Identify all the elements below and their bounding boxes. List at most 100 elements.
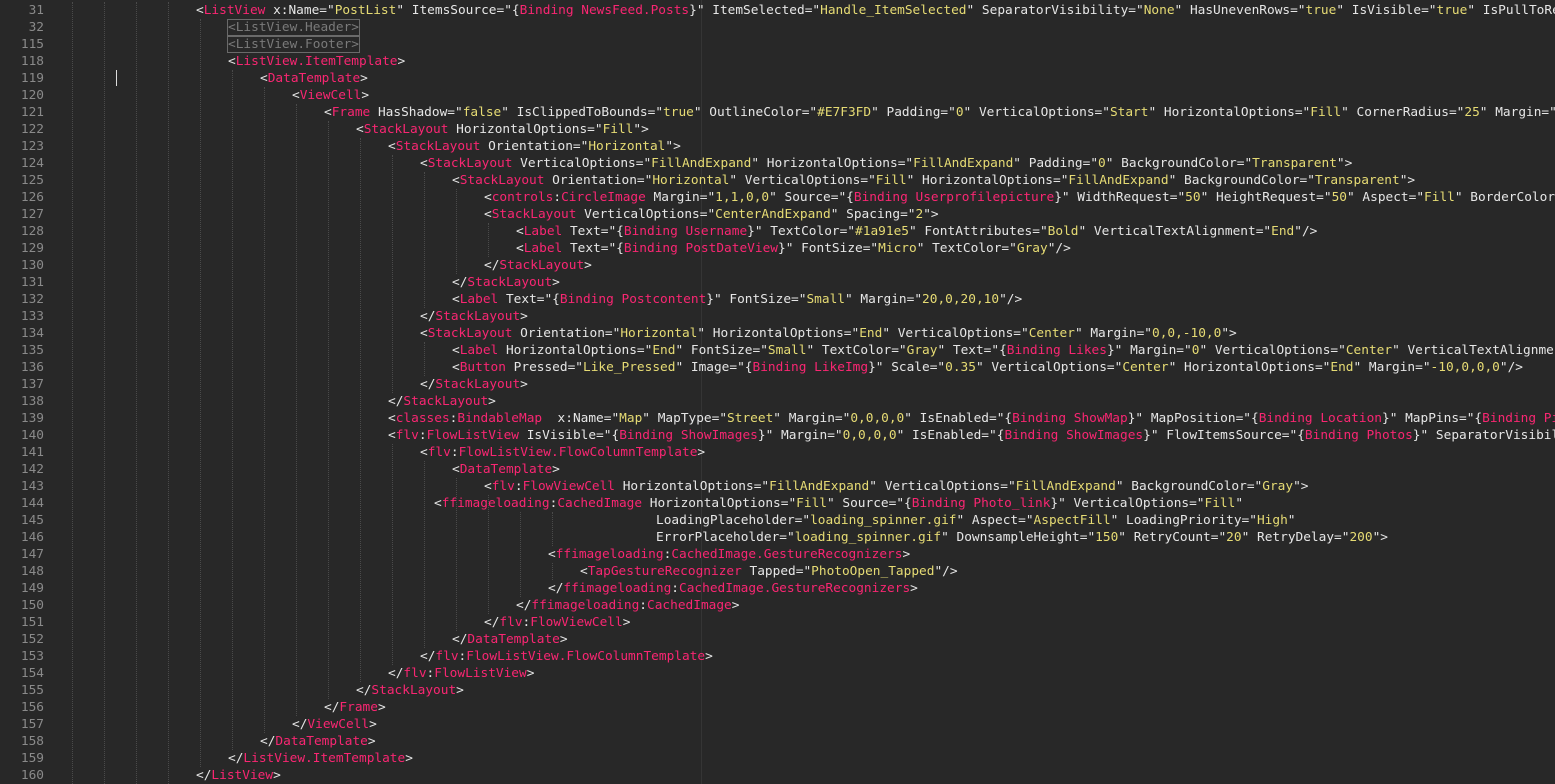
- code-text[interactable]: </flv:FlowListView.FlowColumnTemplate>: [420, 648, 713, 665]
- code-line[interactable]: 160 </ListView>: [0, 767, 1555, 784]
- syntax-text: " RetryCount=": [1118, 530, 1227, 545]
- code-line[interactable]: 144 <ffimageloading:CachedImage Horizonta…: [0, 495, 1555, 512]
- code-text[interactable]: <ListView.Header>: [227, 19, 360, 36]
- code-text[interactable]: ErrorPlaceholder="loading_spinner.gif" D…: [656, 529, 1388, 546]
- code-line[interactable]: 156 </Frame>: [0, 699, 1555, 716]
- code-line[interactable]: 130 </StackLayout>: [0, 257, 1555, 274]
- code-text[interactable]: <TapGestureRecognizer Tapped="PhotoOpen_…: [580, 563, 958, 580]
- code-text[interactable]: </ListView.ItemTemplate>: [228, 750, 413, 767]
- code-text[interactable]: <Label Text="{Binding PostDateView}" Fon…: [516, 240, 1071, 257]
- code-text[interactable]: <StackLayout VerticalOptions="FillAndExp…: [420, 155, 1352, 172]
- code-line[interactable]: 137 </StackLayout>: [0, 376, 1555, 393]
- code-line[interactable]: 142 <DataTemplate>: [0, 461, 1555, 478]
- code-text[interactable]: <Label Text="{Binding Username}" TextCol…: [516, 223, 1317, 240]
- code-line[interactable]: 119 <DataTemplate>: [0, 70, 1555, 87]
- code-text[interactable]: </ffimageloading:CachedImage>: [516, 597, 739, 614]
- code-text[interactable]: </DataTemplate>: [260, 733, 376, 750]
- syntax-tag: StackLayout: [363, 122, 449, 137]
- code-line[interactable]: 123 <StackLayout Orientation="Horizontal"…: [0, 138, 1555, 155]
- code-line[interactable]: 139 <classes:BindableMap x:Name="Map" Map…: [0, 410, 1555, 427]
- code-line[interactable]: 149 </ffimageloading:CachedImage.GestureR…: [0, 580, 1555, 597]
- code-line[interactable]: 145 LoadingPlaceholder="loading_spinner.g…: [0, 512, 1555, 529]
- code-line[interactable]: 118 <ListView.ItemTemplate>: [0, 53, 1555, 70]
- code-text[interactable]: <DataTemplate>: [260, 70, 368, 87]
- code-line[interactable]: 121 <Frame HasShadow="false" IsClippedToB…: [0, 104, 1555, 121]
- code-text[interactable]: <classes:BindableMap x:Name="Map" MapTyp…: [388, 410, 1555, 427]
- code-text[interactable]: <ListView.Footer>: [227, 36, 360, 53]
- code-line[interactable]: 152 </DataTemplate>: [0, 631, 1555, 648]
- code-text[interactable]: </DataTemplate>: [452, 631, 568, 648]
- code-line[interactable]: 147 <ffimageloading:CachedImage.GestureRe…: [0, 546, 1555, 563]
- code-text[interactable]: <ListView.ItemTemplate>: [228, 53, 405, 70]
- code-line[interactable]: 127 <StackLayout VerticalOptions="CenterA…: [0, 206, 1555, 223]
- code-text[interactable]: </StackLayout>: [388, 393, 496, 410]
- code-text[interactable]: <StackLayout Orientation="Horizontal" Ho…: [420, 325, 1237, 342]
- code-line[interactable]: 115 <ListView.Footer>: [0, 36, 1555, 53]
- code-text[interactable]: </StackLayout>: [484, 257, 592, 274]
- code-text[interactable]: </StackLayout>: [356, 682, 464, 699]
- code-line[interactable]: 153 </flv:FlowListView.FlowColumnTemplate…: [0, 648, 1555, 665]
- code-line[interactable]: 151 </flv:FlowViewCell>: [0, 614, 1555, 631]
- code-line[interactable]: 129 <Label Text="{Binding PostDateView}" …: [0, 240, 1555, 257]
- code-text[interactable]: </flv:FlowViewCell>: [484, 614, 630, 631]
- code-text[interactable]: <ffimageloading:CachedImage.GestureRecog…: [548, 546, 910, 563]
- code-line[interactable]: 148 <TapGestureRecognizer Tapped="PhotoOp…: [0, 563, 1555, 580]
- code-line[interactable]: 120 <ViewCell>: [0, 87, 1555, 104]
- code-line[interactable]: 136 <Button Pressed="Like_Pressed" Image=…: [0, 359, 1555, 376]
- code-text[interactable]: <flv:FlowListView.FlowColumnTemplate>: [420, 444, 705, 461]
- code-text[interactable]: </ffimageloading:CachedImage.GestureReco…: [548, 580, 918, 597]
- code-text[interactable]: <ViewCell>: [292, 87, 369, 104]
- code-line[interactable]: 150 </ffimageloading:CachedImage>: [0, 597, 1555, 614]
- code-line[interactable]: 133 </StackLayout>: [0, 308, 1555, 325]
- code-text[interactable]: <Label HorizontalOptions="End" FontSize=…: [452, 342, 1555, 359]
- syntax-text: " Source="{: [826, 496, 912, 511]
- code-line[interactable]: 125 <StackLayout Orientation="Horizontal"…: [0, 172, 1555, 189]
- code-text[interactable]: <Frame HasShadow="false" IsClippedToBoun…: [324, 104, 1555, 121]
- code-line[interactable]: 146 ErrorPlaceholder="loading_spinner.gif…: [0, 529, 1555, 546]
- code-text[interactable]: <StackLayout Orientation="Horizontal" Ve…: [452, 172, 1415, 189]
- code-text[interactable]: LoadingPlaceholder="loading_spinner.gif"…: [656, 512, 1296, 529]
- code-line[interactable]: 159 </ListView.ItemTemplate>: [0, 750, 1555, 767]
- code-text[interactable]: <DataTemplate>: [452, 461, 560, 478]
- code-line[interactable]: 32 <ListView.Header>: [0, 19, 1555, 36]
- code-line[interactable]: 134 <StackLayout Orientation="Horizontal"…: [0, 325, 1555, 342]
- code-line[interactable]: 131 </StackLayout>: [0, 274, 1555, 291]
- code-text[interactable]: </flv:FlowListView>: [388, 665, 534, 682]
- code-line[interactable]: 135 <Label HorizontalOptions="End" FontSi…: [0, 342, 1555, 359]
- code-line[interactable]: 122 <StackLayout HorizontalOptions="Fill"…: [0, 121, 1555, 138]
- code-text[interactable]: <flv:FlowListView IsVisible="{Binding Sh…: [388, 427, 1555, 444]
- code-line[interactable]: 31 <ListView x:Name="PostList" ItemsSourc…: [0, 2, 1555, 19]
- code-text[interactable]: </StackLayout>: [420, 376, 528, 393]
- code-line[interactable]: 158 </DataTemplate>: [0, 733, 1555, 750]
- code-line[interactable]: 155 </StackLayout>: [0, 682, 1555, 699]
- code-line[interactable]: 154 </flv:FlowListView>: [0, 665, 1555, 682]
- code-text[interactable]: </ListView>: [196, 767, 281, 784]
- code-text[interactable]: <Label Text="{Binding Postcontent}" Font…: [452, 291, 1022, 308]
- code-line[interactable]: 141 <flv:FlowListView.FlowColumnTemplate>: [0, 444, 1555, 461]
- code-line[interactable]: 128 <Label Text="{Binding Username}" Text…: [0, 223, 1555, 240]
- indent-guide: [520, 512, 521, 597]
- code-text[interactable]: </ViewCell>: [292, 716, 377, 733]
- code-text[interactable]: <Button Pressed="Like_Pressed" Image="{B…: [452, 359, 1523, 376]
- code-line[interactable]: 138 </StackLayout>: [0, 393, 1555, 410]
- code-text[interactable]: </StackLayout>: [452, 274, 560, 291]
- code-line[interactable]: 157 </ViewCell>: [0, 716, 1555, 733]
- code-text[interactable]: <StackLayout HorizontalOptions="Fill">: [356, 121, 649, 138]
- code-text[interactable]: <StackLayout Orientation="Horizontal">: [388, 138, 681, 155]
- code-line[interactable]: 140 <flv:FlowListView IsVisible="{Binding…: [0, 427, 1555, 444]
- code-text[interactable]: <controls:CircleImage Margin="1,1,0,0" S…: [484, 189, 1555, 206]
- code-text[interactable]: <flv:FlowViewCell HorizontalOptions="Fil…: [484, 478, 1308, 495]
- folded-region[interactable]: <ListView.Header>: [227, 19, 360, 36]
- code-line[interactable]: 143 <flv:FlowViewCell HorizontalOptions="…: [0, 478, 1555, 495]
- code-line[interactable]: 126 <controls:CircleImage Margin="1,1,0,0…: [0, 189, 1555, 206]
- code-text[interactable]: </StackLayout>: [420, 308, 528, 325]
- code-editor[interactable]: 31 <ListView x:Name="PostList" ItemsSourc…: [0, 0, 1555, 784]
- code-text[interactable]: </Frame>: [324, 699, 386, 716]
- code-text[interactable]: <StackLayout VerticalOptions="CenterAndE…: [484, 206, 939, 223]
- folded-region[interactable]: <ListView.Footer>: [227, 36, 360, 53]
- code-line[interactable]: 132 <Label Text="{Binding Postcontent}" F…: [0, 291, 1555, 308]
- code-text[interactable]: <ffimageloading:CachedImage HorizontalOp…: [434, 495, 1243, 512]
- code-line[interactable]: 124 <StackLayout VerticalOptions="FillAnd…: [0, 155, 1555, 172]
- code-text[interactable]: <ListView x:Name="PostList" ItemsSource=…: [196, 2, 1555, 19]
- syntax-text: Text="{: [498, 292, 560, 307]
